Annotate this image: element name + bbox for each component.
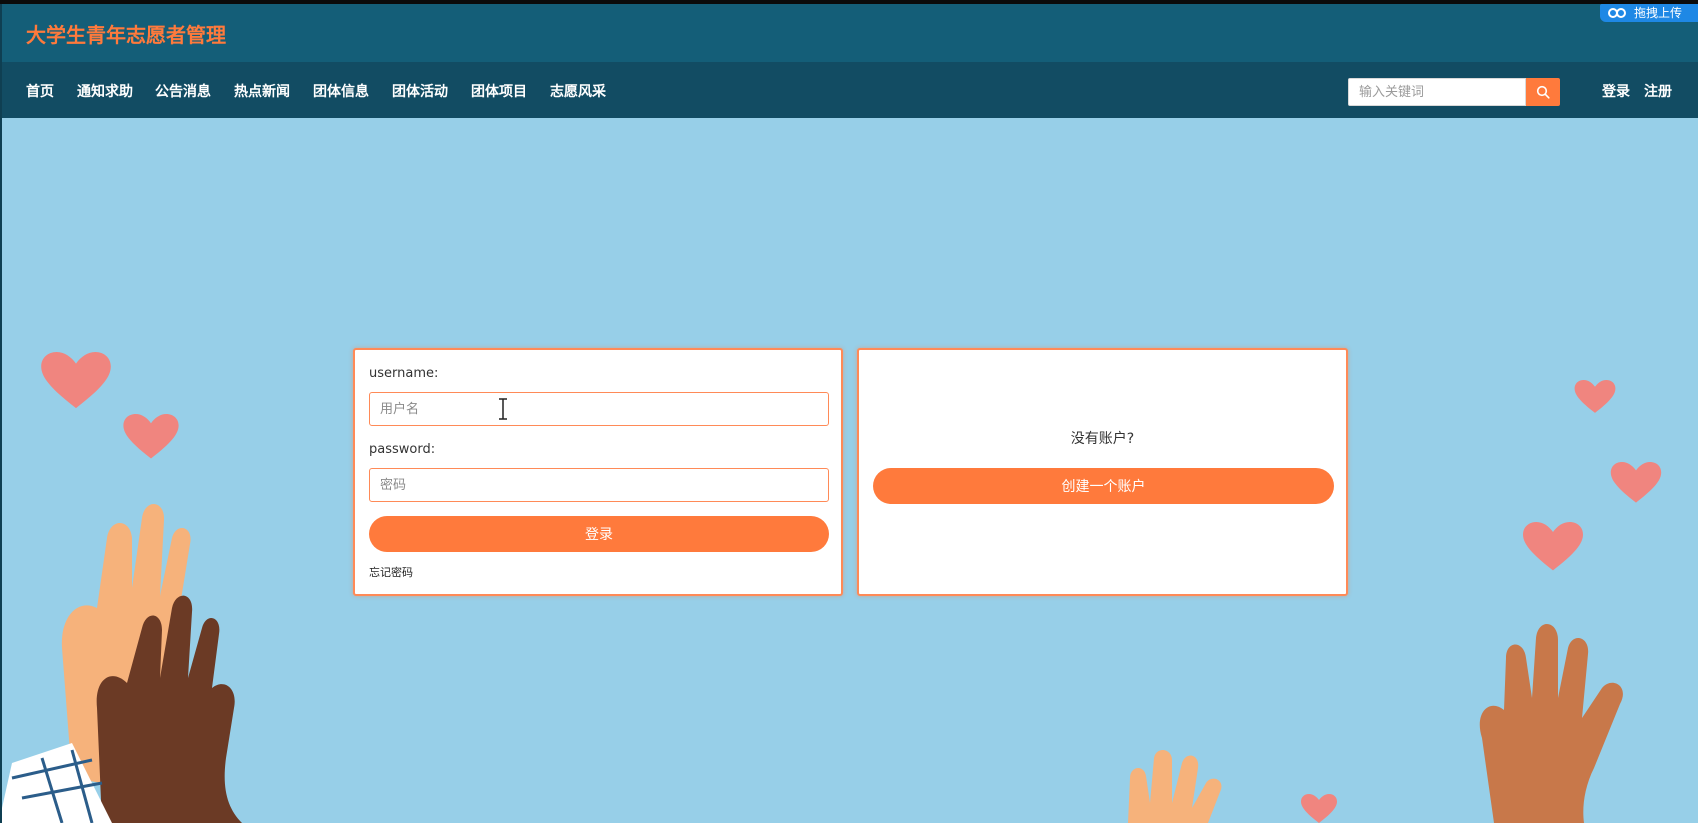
username-label: username: [369,366,439,381]
nav-item-hot-news[interactable]: 热点新闻 [234,81,290,101]
cloud-link-icon [1608,8,1626,18]
nav-item-group-projects[interactable]: 团体项目 [471,81,527,101]
password-label: password: [369,442,436,457]
heart-icon [1523,522,1583,571]
site-title[interactable]: 大学生青年志愿者管理 [26,19,226,48]
nav-item-group-info[interactable]: 团体信息 [313,81,369,101]
main-nav: 首页 通知求助 公告消息 热点新闻 团体信息 团体活动 团体项目 志愿风采 登录… [0,62,1698,118]
nav-item-group-events[interactable]: 团体活动 [392,81,448,101]
drag-upload-label: 拖拽上传 [1634,6,1683,20]
login-card: username: password: 登录 忘记密码 [353,348,843,596]
nav-item-volunteer-showcase[interactable]: 志愿风采 [550,81,606,101]
forgot-password-link[interactable]: 忘记密码 [369,564,413,580]
heart-icon [41,352,111,409]
heart-icon [1301,794,1337,823]
username-input[interactable] [369,392,829,426]
drag-upload-widget[interactable]: 拖拽上传 [1600,4,1698,22]
no-account-text: 没有账户? [1070,431,1135,447]
search-icon [1536,85,1550,99]
search-input[interactable] [1348,78,1526,106]
heart-icon [123,414,179,459]
search-button[interactable] [1526,78,1560,106]
signup-card: 没有账户? 创建一个账户 [857,348,1348,596]
login-link[interactable]: 登录 [1602,81,1630,101]
search-bar [1348,78,1560,106]
register-link[interactable]: 注册 [1644,81,1672,101]
raised-hand-illustration [1128,749,1222,823]
raised-hand-illustration [1479,623,1623,823]
nav-item-announcements[interactable]: 公告消息 [155,81,211,101]
create-account-button[interactable]: 创建一个账户 [873,468,1334,504]
login-page-body: username: password: 登录 忘记密码 没有账户? 创建一个账户 [0,118,1698,823]
nav-item-home[interactable]: 首页 [26,81,54,101]
nav-item-notice-help[interactable]: 通知求助 [77,81,133,101]
raised-hands-illustration [2,503,242,823]
password-input[interactable] [369,468,829,502]
heart-icon [1574,380,1616,413]
heart-icon [1610,462,1662,503]
site-header: 大学生青年志愿者管理 拖拽上传 [0,4,1698,62]
login-button[interactable]: 登录 [369,516,829,552]
